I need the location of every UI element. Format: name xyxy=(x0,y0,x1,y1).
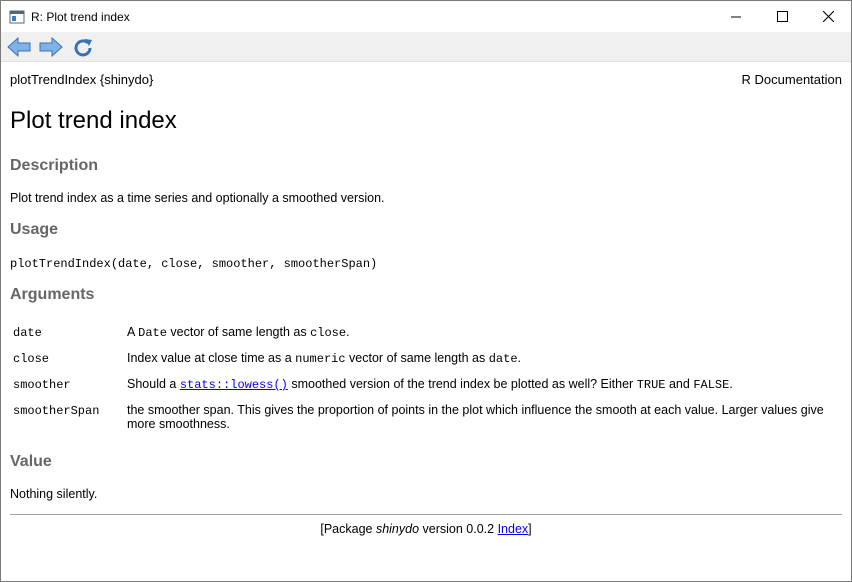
minimize-button[interactable] xyxy=(713,1,759,32)
argument-name: date xyxy=(13,326,42,340)
argument-description: the smoother span. This gives the propor… xyxy=(127,403,824,431)
argument-description: A Date vector of same length as close. xyxy=(127,325,350,340)
minimize-icon xyxy=(731,16,741,17)
argument-row: date A Date vector of same length as clo… xyxy=(10,321,842,340)
argument-row: smoother Should a stats::lowess() smooth… xyxy=(10,366,842,392)
argument-description: Should a stats::lowess() smoothed versio… xyxy=(127,377,733,392)
app-icon xyxy=(9,10,25,23)
back-arrow-icon xyxy=(7,36,31,57)
forward-button[interactable] xyxy=(38,35,64,59)
refresh-icon xyxy=(74,38,92,56)
title-bar: R: Plot trend index xyxy=(1,1,851,32)
package-name: shinydo xyxy=(375,522,420,536)
footer-divider xyxy=(10,514,842,515)
argument-row: close Index value at close time as a num… xyxy=(10,340,842,366)
description-text: Plot trend index as a time series and op… xyxy=(10,191,385,205)
argument-row: smootherSpan the smoother span. This giv… xyxy=(10,392,842,431)
r-documentation-label: R Documentation xyxy=(741,72,842,87)
footer: [Package shinydo version 0.0.2 Index] xyxy=(320,522,532,536)
toolbar xyxy=(1,32,851,62)
argument-description: Index value at close time as a numeric v… xyxy=(127,351,522,366)
value-heading: Value xyxy=(10,453,52,470)
doc-header: plotTrendIndex {shinydo} R Documentation xyxy=(10,72,842,87)
topic-label: plotTrendIndex {shinydo} xyxy=(10,72,154,87)
argument-name: close xyxy=(13,352,50,366)
index-link[interactable]: Index xyxy=(498,522,529,536)
page-title: Plot trend index xyxy=(10,107,177,134)
arguments-heading: Arguments xyxy=(10,286,95,303)
value-text: Nothing silently. xyxy=(10,487,98,501)
argument-name: smootherSpan xyxy=(13,404,100,418)
usage-code: plotTrendIndex(date, close, smoother, sm… xyxy=(10,257,378,271)
refresh-button[interactable] xyxy=(70,35,96,59)
maximize-button[interactable] xyxy=(759,1,805,32)
argument-name: smoother xyxy=(13,378,71,392)
description-heading: Description xyxy=(10,157,99,174)
usage-heading: Usage xyxy=(10,221,59,238)
window-title: R: Plot trend index xyxy=(31,9,130,24)
forward-arrow-icon xyxy=(39,36,63,57)
help-window: R: Plot trend index plotTrendIndex {shin… xyxy=(0,0,852,582)
help-content: plotTrendIndex {shinydo} R Documentation… xyxy=(1,63,851,581)
close-icon xyxy=(822,11,834,22)
lowess-link[interactable]: stats::lowess() xyxy=(180,377,288,392)
maximize-icon xyxy=(776,11,788,22)
back-button[interactable] xyxy=(6,35,32,59)
close-button[interactable] xyxy=(805,1,851,32)
arguments-table: date A Date vector of same length as clo… xyxy=(10,321,842,431)
